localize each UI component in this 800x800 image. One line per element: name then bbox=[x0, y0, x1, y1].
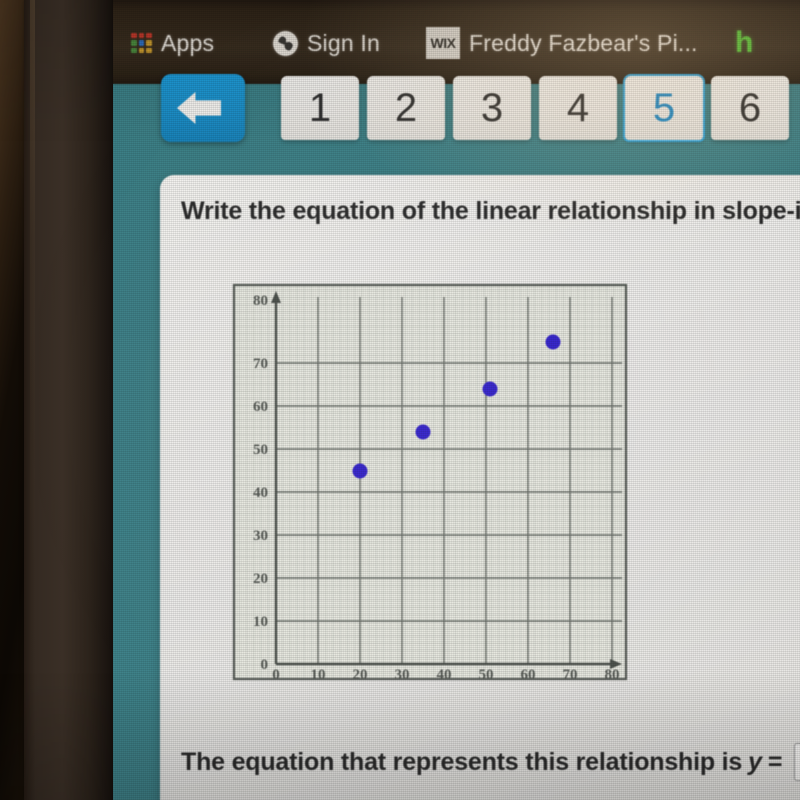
svg-text:70: 70 bbox=[563, 667, 578, 681]
answer-variable: y bbox=[748, 747, 762, 776]
x-axis-labels: 0 10 20 30 40 50 60 70 80 bbox=[272, 667, 619, 681]
svg-text:0: 0 bbox=[272, 667, 280, 681]
bookmark-freddy-fazbears[interactable]: WIX Freddy Fazbear's Pi... bbox=[426, 26, 698, 60]
wix-favicon-icon: WIX bbox=[426, 27, 460, 59]
svg-text:60: 60 bbox=[521, 667, 536, 681]
bookmarks-bar: Apps Sign In WIX Freddy Fazbear's Pi... … bbox=[113, 0, 800, 84]
bookmark-sign-in[interactable]: Sign In bbox=[273, 26, 380, 60]
scatter-plot-svg: 0 10 20 30 40 50 60 70 80 0 10 20 30 40 … bbox=[232, 283, 628, 681]
tab-question-6[interactable]: 6 bbox=[711, 76, 789, 140]
browser-window: Apps Sign In WIX Freddy Fazbear's Pi... … bbox=[113, 0, 800, 800]
equals-sign: = bbox=[767, 747, 783, 776]
svg-text:0: 0 bbox=[261, 657, 269, 673]
monitor-bezel bbox=[24, 0, 116, 800]
svg-text:50: 50 bbox=[479, 667, 494, 681]
hulu-favicon-icon: h bbox=[735, 26, 754, 59]
globe-icon bbox=[273, 30, 298, 56]
data-point bbox=[545, 334, 561, 350]
svg-text:50: 50 bbox=[253, 442, 268, 458]
answer-dropdown[interactable]: (se bbox=[794, 743, 800, 781]
tab-question-5[interactable]: 5 bbox=[625, 76, 703, 140]
svg-text:30: 30 bbox=[253, 528, 268, 544]
bookmark-label: Apps bbox=[161, 29, 215, 56]
bookmark-label: Freddy Fazbear's Pi... bbox=[469, 29, 698, 56]
tab-question-1[interactable]: 1 bbox=[281, 76, 359, 140]
bookmark-label: Sign In bbox=[307, 29, 381, 56]
monitor-bezel-highlight bbox=[30, 0, 35, 800]
data-point bbox=[415, 424, 431, 440]
data-point bbox=[482, 381, 498, 397]
svg-text:30: 30 bbox=[395, 667, 410, 681]
apps-grid-icon bbox=[131, 32, 152, 54]
svg-text:40: 40 bbox=[253, 485, 268, 501]
data-point bbox=[352, 463, 368, 479]
svg-text:20: 20 bbox=[253, 571, 268, 587]
question-navigation: 1 2 3 4 5 6 bbox=[113, 74, 800, 152]
page-content: 1 2 3 4 5 6 Write the equation of the li… bbox=[113, 74, 800, 800]
svg-text:80: 80 bbox=[605, 667, 620, 681]
svg-text:10: 10 bbox=[311, 667, 326, 681]
answer-prompt: The equation that represents this relati… bbox=[181, 743, 800, 781]
screenshot-photo: Apps Sign In WIX Freddy Fazbear's Pi... … bbox=[0, 0, 800, 800]
tab-question-3[interactable]: 3 bbox=[453, 76, 531, 140]
svg-text:10: 10 bbox=[253, 614, 268, 630]
bookmark-hulu[interactable]: h bbox=[735, 26, 754, 60]
question-number-tabs: 1 2 3 4 5 6 bbox=[281, 76, 789, 140]
svg-text:20: 20 bbox=[353, 667, 368, 681]
svg-text:70: 70 bbox=[253, 356, 268, 372]
svg-text:40: 40 bbox=[437, 667, 452, 681]
tab-question-2[interactable]: 2 bbox=[367, 76, 445, 140]
question-prompt: Write the equation of the linear relatio… bbox=[181, 197, 800, 225]
back-button[interactable] bbox=[161, 74, 245, 142]
tab-question-4[interactable]: 4 bbox=[539, 76, 617, 140]
svg-text:60: 60 bbox=[253, 399, 268, 415]
answer-prefix-text: The equation that represents this relati… bbox=[181, 747, 743, 776]
question-card: Write the equation of the linear relatio… bbox=[160, 175, 800, 800]
bookmark-apps[interactable]: Apps bbox=[131, 26, 214, 60]
scatter-plot: 0 10 20 30 40 50 60 70 80 0 10 20 30 40 … bbox=[232, 283, 628, 681]
svg-text:80: 80 bbox=[253, 293, 268, 309]
